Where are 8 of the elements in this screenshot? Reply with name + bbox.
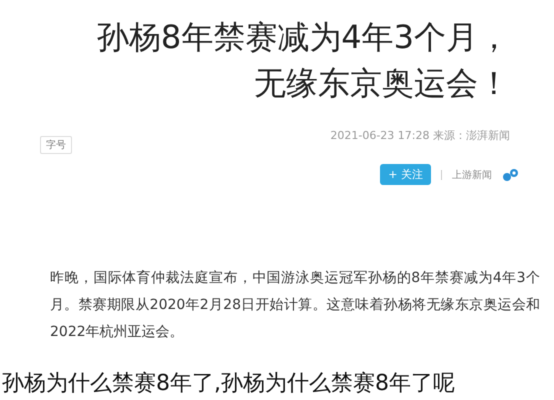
article-title: 孙杨8年禁赛减为4年3个月，无缘东京奥运会！: [96, 17, 510, 104]
caption-overlay: 孙杨为什么禁赛8年了,孙杨为什么禁赛8年了呢: [2, 370, 455, 398]
follow-button[interactable]: + 关注: [380, 164, 431, 185]
article-meta: 2021-06-23 17:28 来源：澎湃新闻: [330, 128, 510, 143]
font-size-button[interactable]: 字号: [40, 136, 72, 154]
article-paragraph: 昨晚，国际体育仲裁法庭宣布，中国游泳奥运冠军孙杨的8年禁赛减为4年3个月。禁赛期限从2020年2月28日开始计算。这意味着孙杨将无缘东京奥运会和2022年杭州亚运会。: [50, 269, 540, 342]
author-name[interactable]: 上游新闻: [452, 168, 492, 182]
author-logo-icon: [502, 166, 520, 182]
